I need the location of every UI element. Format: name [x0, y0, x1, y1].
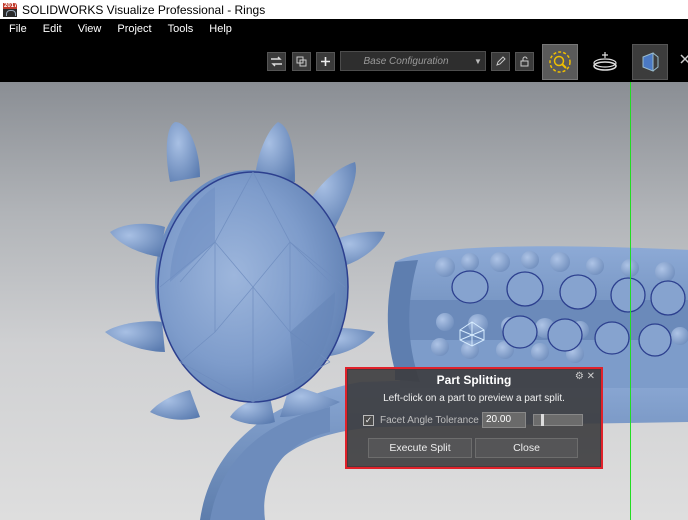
camera-view-icon[interactable]	[632, 44, 668, 80]
execute-split-button[interactable]: Execute Split	[368, 438, 472, 458]
close-icon[interactable]	[675, 44, 688, 80]
title-bar: 2017 SOLIDWORKS Visualize Professional -…	[0, 0, 688, 19]
chevron-down-icon: ▼	[474, 56, 482, 66]
menu-tools[interactable]: Tools	[168, 23, 194, 35]
app-icon: 2017	[3, 2, 17, 17]
menu-help[interactable]: Help	[209, 23, 232, 35]
window-title: SOLIDWORKS Visualize Professional - Ring…	[22, 2, 266, 17]
configuration-label: Base Configuration	[363, 55, 449, 67]
tolerance-slider[interactable]	[533, 414, 583, 426]
slider-thumb[interactable]	[541, 414, 544, 426]
plus-icon[interactable]	[316, 52, 335, 71]
dialog-hint: Left-click on a part to preview a part s…	[383, 393, 565, 404]
zoom-select-icon[interactable]	[542, 44, 578, 80]
facet-angle-label: Facet Angle Tolerance	[380, 415, 479, 426]
toolbar: Base Configuration ▼	[0, 38, 688, 82]
dialog-title: Part Splitting	[436, 373, 512, 387]
menu-bar: File Edit View Project Tools Help	[0, 19, 688, 38]
menu-file[interactable]: File	[9, 23, 27, 35]
pencil-icon[interactable]	[491, 52, 510, 71]
part-splitting-dialog: Part Splitting ⚙ ✕ Left-click on a part …	[347, 369, 601, 467]
menu-edit[interactable]: Edit	[43, 23, 62, 35]
lock-icon[interactable]	[515, 52, 534, 71]
copy-icon[interactable]	[292, 52, 311, 71]
gear-icon[interactable]: ⚙	[575, 371, 584, 382]
close-icon[interactable]: ✕	[587, 371, 595, 382]
axis-line	[630, 82, 631, 520]
close-button[interactable]: Close	[475, 438, 578, 458]
menu-view[interactable]: View	[78, 23, 102, 35]
menu-project[interactable]: Project	[117, 23, 151, 35]
facet-angle-checkbox[interactable]: ✓	[363, 415, 374, 426]
swap-icon[interactable]	[267, 52, 286, 71]
configuration-select[interactable]: Base Configuration ▼	[340, 51, 486, 71]
turntable-icon[interactable]	[588, 44, 624, 80]
tolerance-input[interactable]: 20.00	[482, 412, 526, 428]
